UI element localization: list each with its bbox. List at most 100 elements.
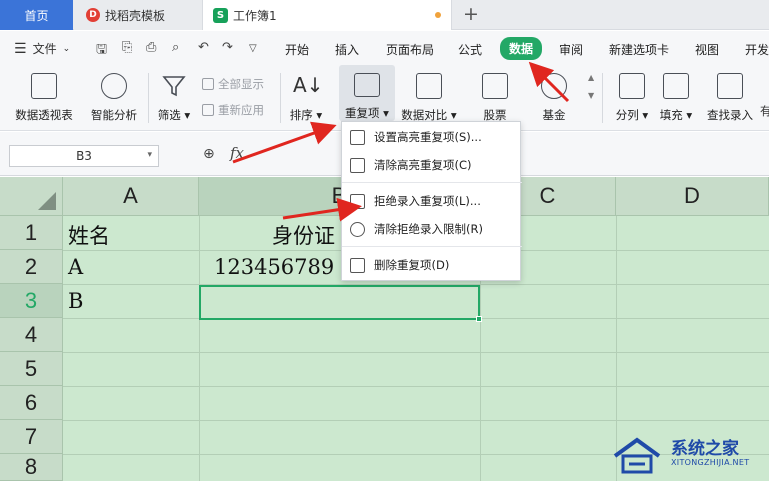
lookup-entry-icon xyxy=(717,73,743,99)
menu-item-set-highlight-duplicates[interactable]: 设置高亮重复项(S)... xyxy=(342,124,522,150)
unsaved-dot-icon[interactable] xyxy=(435,12,441,18)
cell-b2[interactable]: 123456789 xyxy=(214,255,334,279)
house-logo-icon xyxy=(613,437,661,474)
menu-insert[interactable]: 插入 xyxy=(335,41,359,58)
quick-access-more-icon[interactable]: ▽ xyxy=(249,43,257,54)
grid-line xyxy=(63,352,769,353)
tab-workbook[interactable]: S 工作簿1 xyxy=(202,0,452,30)
duplicates-label: 重复项 ▾ xyxy=(345,106,389,120)
tab-home[interactable]: 首页 xyxy=(0,0,73,30)
data-compare-button[interactable]: 数据对比 ▾ xyxy=(400,65,458,123)
new-tab-icon[interactable]: + xyxy=(463,3,479,25)
select-all-corner[interactable] xyxy=(0,177,63,216)
sort-icon: A↓ xyxy=(293,73,324,97)
redo-icon[interactable]: ↷ xyxy=(222,40,233,55)
cell-b1[interactable]: 身份证 xyxy=(272,220,335,250)
row-header-7[interactable]: 7 xyxy=(0,420,63,454)
stock-button[interactable]: 股票 xyxy=(473,65,517,123)
column-header-d[interactable]: D xyxy=(616,177,769,216)
menu-item-clear-highlight-duplicates[interactable]: 清除高亮重复项(C) xyxy=(342,152,522,178)
duplicates-dropdown-menu: 设置高亮重复项(S)... 清除高亮重复项(C) 拒绝录入重复项(L)... 清… xyxy=(341,121,522,281)
menu-view[interactable]: 视图 xyxy=(695,41,719,58)
fill-icon xyxy=(663,73,689,99)
data-compare-icon xyxy=(416,73,442,99)
reapply-button[interactable]: 重新应用 xyxy=(202,102,264,118)
menu-bar: ☰ 文件 ⌄ 🖫 ⎘ ⎙ ⌕ ↶ ↷ ▽ 开始 插入 页面布局 公式 数据 审阅… xyxy=(0,31,769,65)
undo-icon[interactable]: ↶ xyxy=(198,40,209,55)
cell-a1[interactable]: 姓名 xyxy=(68,220,110,250)
hamburger-icon: ☰ xyxy=(14,40,27,57)
selected-cell-b3[interactable] xyxy=(199,285,482,322)
fund-icon xyxy=(541,73,567,99)
fx-icon[interactable]: fx xyxy=(230,144,244,162)
duplicates-button[interactable]: 重复项 ▾ xyxy=(339,65,395,121)
menu-developer[interactable]: 开发 xyxy=(745,41,769,58)
pivot-table-button[interactable]: 数据透视表 xyxy=(10,65,78,123)
watermark-subtitle: XITONGZHIJIA.NET xyxy=(671,458,750,467)
fill-label: 填充 ▾ xyxy=(659,108,693,122)
pivot-table-icon xyxy=(31,73,57,99)
row-header-1[interactable]: 1 xyxy=(0,216,63,250)
tab-template[interactable]: D 找稻壳模板 xyxy=(74,0,202,30)
ribbon-divider xyxy=(148,73,149,123)
ribbon-more-label[interactable]: 有 xyxy=(760,103,769,119)
menu-divider xyxy=(342,246,522,247)
clear-highlight-icon xyxy=(350,157,365,173)
chevron-down-icon[interactable]: ▾ xyxy=(147,150,152,160)
menu-data[interactable]: 数据 xyxy=(500,37,543,60)
row-header-2[interactable]: 2 xyxy=(0,250,63,284)
row-header-5[interactable]: 5 xyxy=(0,352,63,386)
select-all-icon xyxy=(38,192,56,210)
fund-button[interactable]: 基金 xyxy=(537,65,571,123)
filter-icon xyxy=(161,73,187,99)
export-icon[interactable]: ⎘ xyxy=(122,40,132,55)
ribbon-divider xyxy=(602,73,603,123)
docer-logo-icon: D xyxy=(86,8,100,22)
menu-review[interactable]: 审阅 xyxy=(559,41,583,58)
row-header-6[interactable]: 6 xyxy=(0,386,63,420)
show-all-button[interactable]: 全部显示 xyxy=(202,76,264,92)
menu-item-clear-reject-limit[interactable]: 清除拒绝录入限制(R) xyxy=(342,216,522,242)
file-menu-label: 文件 xyxy=(32,42,57,56)
grid-line xyxy=(63,420,769,421)
name-box[interactable]: B3 ▾ xyxy=(9,145,159,167)
name-box-value: B3 xyxy=(76,149,92,163)
cell-a2[interactable]: A xyxy=(68,255,83,279)
stock-icon xyxy=(482,73,508,99)
row-header-4[interactable]: 4 xyxy=(0,318,63,352)
menu-item-label: 设置高亮重复项(S)... xyxy=(374,130,482,144)
ribbon-scroll-up-icon[interactable]: ▲ xyxy=(588,73,594,82)
print-preview-icon[interactable]: ⌕ xyxy=(172,40,179,55)
highlight-duplicates-icon xyxy=(350,129,365,145)
filter-button[interactable]: 筛选 ▾ xyxy=(154,65,194,123)
duplicates-icon xyxy=(354,73,380,97)
smart-analysis-icon xyxy=(101,73,127,99)
watermark-title: 系统之家 xyxy=(671,439,739,459)
menu-item-delete-duplicates[interactable]: 删除重复项(D) xyxy=(342,252,522,278)
fill-handle[interactable] xyxy=(476,316,482,322)
print-icon[interactable]: ⎙ xyxy=(146,40,156,55)
split-columns-button[interactable]: 分列 ▾ xyxy=(612,65,652,123)
smart-analysis-label: 智能分析 xyxy=(91,108,137,122)
fill-button[interactable]: 填充 ▾ xyxy=(656,65,696,123)
menu-new-tab[interactable]: 新建选项卡 xyxy=(609,41,669,58)
file-menu[interactable]: ☰ 文件 ⌄ xyxy=(14,40,70,57)
ribbon-scroll-down-icon[interactable]: ▼ xyxy=(588,91,594,100)
smart-analysis-button[interactable]: 智能分析 xyxy=(86,65,142,123)
menu-item-label: 拒绝录入重复项(L)... xyxy=(374,194,481,208)
column-header-a[interactable]: A xyxy=(63,177,199,216)
row-header-8[interactable]: 8 xyxy=(0,454,63,481)
show-all-icon xyxy=(202,78,214,90)
row-header-3[interactable]: 3 xyxy=(0,284,63,318)
save-icon[interactable]: 🖫 xyxy=(96,40,107,62)
lookup-entry-button[interactable]: 查找录入 xyxy=(703,65,757,123)
menu-item-label: 清除拒绝录入限制(R) xyxy=(374,222,483,236)
tab-template-label: 找稻壳模板 xyxy=(105,8,166,23)
zoom-icon[interactable]: ⊕ xyxy=(203,146,215,162)
cell-a3[interactable]: B xyxy=(68,289,83,313)
menu-formulas[interactable]: 公式 xyxy=(458,41,482,58)
menu-home[interactable]: 开始 xyxy=(285,41,309,58)
menu-item-reject-duplicate-entry[interactable]: 拒绝录入重复项(L)... xyxy=(342,188,522,214)
sort-button[interactable]: A↓ 排序 ▾ xyxy=(284,65,328,123)
menu-page-layout[interactable]: 页面布局 xyxy=(386,41,434,58)
